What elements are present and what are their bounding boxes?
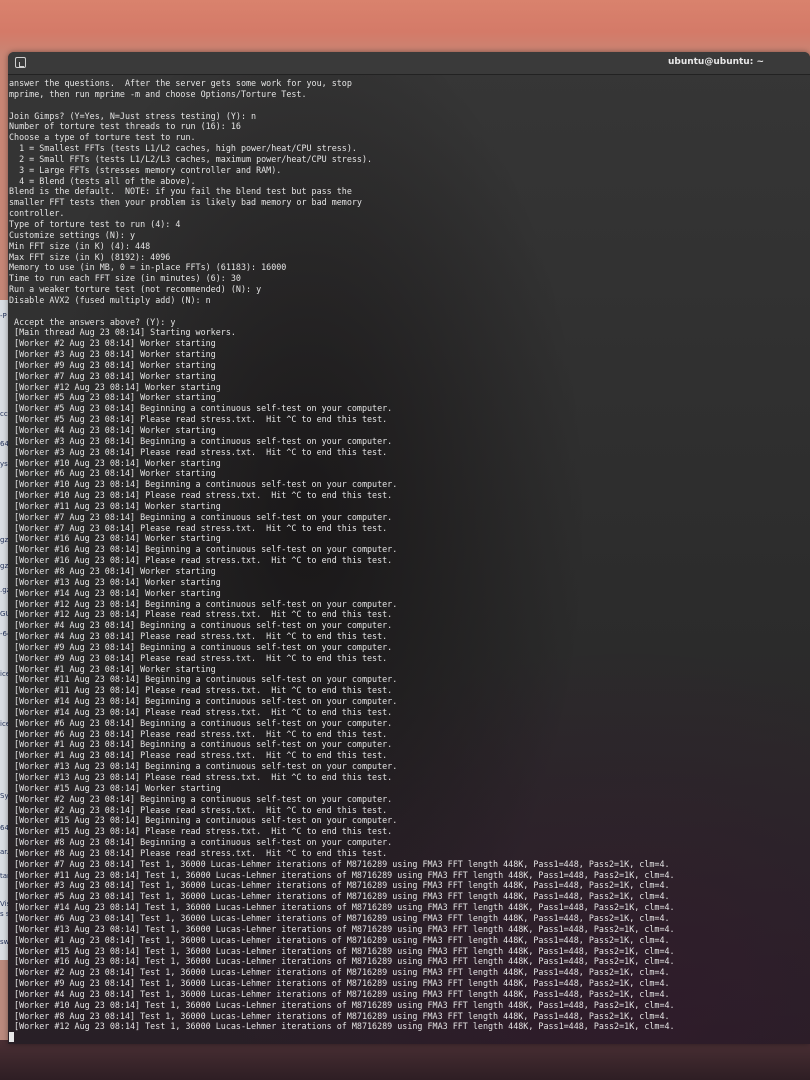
terminal-line: 1 = Smallest FFTs (tests L1/L2 caches, h… <box>9 143 357 154</box>
terminal-line: Join Gimps? (Y=Yes, N=Just stress testin… <box>9 110 257 121</box>
terminal-line: Blend is the default. NOTE: if you fail … <box>9 186 352 197</box>
background-window-fragment: gz <box>0 562 9 570</box>
background-window-fragment: gz <box>0 536 9 544</box>
terminal-line: [Worker #13 Aug 23 08:14] Test 1, 36000 … <box>9 923 675 934</box>
terminal-line: [Worker #2 Aug 23 08:14] Beginning a con… <box>9 793 393 804</box>
terminal-line: [Worker #7 Aug 23 08:14] Please read str… <box>9 522 388 533</box>
terminal-line: Max FFT size (in K) (8192): 4096 <box>9 251 171 262</box>
terminal-line: 2 = Small FFTs (tests L1/L2/L3 caches, m… <box>9 153 373 164</box>
terminal-line: [Worker #13 Aug 23 08:14] Worker startin… <box>9 576 221 587</box>
terminal-line: [Worker #9 Aug 23 08:14] Test 1, 36000 L… <box>9 978 670 989</box>
terminal-line: Accept the answers above? (Y): y <box>9 316 176 327</box>
terminal-line: [Worker #5 Aug 23 08:14] Beginning a con… <box>9 403 393 414</box>
terminal-line: Number of torture test threads to run (1… <box>9 121 241 132</box>
terminal-line: [Worker #5 Aug 23 08:14] Test 1, 36000 L… <box>9 891 670 902</box>
terminal-line: [Worker #14 Aug 23 08:14] Test 1, 36000 … <box>9 902 675 913</box>
terminal-line: [Worker #12 Aug 23 08:14] Please read st… <box>9 609 393 620</box>
terminal-line: [Worker #3 Aug 23 08:14] Test 1, 36000 L… <box>9 880 670 891</box>
terminal-line: [Worker #1 Aug 23 08:14] Beginning a con… <box>9 739 393 750</box>
terminal-line: [Worker #16 Aug 23 08:14] Please read st… <box>9 555 393 566</box>
terminal-line: [Worker #10 Aug 23 08:14] Test 1, 36000 … <box>9 999 675 1010</box>
terminal-line: [Worker #15 Aug 23 08:14] Test 1, 36000 … <box>9 945 675 956</box>
terminal-line: [Worker #2 Aug 23 08:14] Test 1, 36000 L… <box>9 967 670 978</box>
terminal-line: [Worker #3 Aug 23 08:14] Please read str… <box>9 446 388 457</box>
terminal-line: [Worker #11 Aug 23 08:14] Please read st… <box>9 685 393 696</box>
terminal-line: [Worker #8 Aug 23 08:14] Please read str… <box>9 847 388 858</box>
text-cursor <box>9 1032 14 1043</box>
terminal-line: [Worker #16 Aug 23 08:14] Worker startin… <box>9 533 221 544</box>
terminal-line: 3 = Large FFTs (stresses memory controll… <box>9 164 282 175</box>
terminal-line: [Worker #13 Aug 23 08:14] Beginning a co… <box>9 761 398 772</box>
terminal-line: [Worker #2 Aug 23 08:14] Worker starting <box>9 338 216 349</box>
terminal-line: [Worker #15 Aug 23 08:14] Please read st… <box>9 826 393 837</box>
terminal-line: [Worker #9 Aug 23 08:14] Please read str… <box>9 652 388 663</box>
terminal-line: [Worker #16 Aug 23 08:14] Beginning a co… <box>9 544 398 555</box>
terminal-line: Type of torture test to run (4): 4 <box>9 218 181 229</box>
terminal-line: [Worker #8 Aug 23 08:14] Beginning a con… <box>9 837 393 848</box>
terminal-line: [Worker #4 Aug 23 08:14] Beginning a con… <box>9 620 393 631</box>
terminal-line: answer the questions. After the server g… <box>9 78 352 88</box>
terminal-line: [Worker #10 Aug 23 08:14] Beginning a co… <box>9 479 398 490</box>
terminal-line: [Worker #4 Aug 23 08:14] Worker starting <box>9 425 216 435</box>
terminal-line: [Worker #4 Aug 23 08:14] Test 1, 36000 L… <box>9 988 670 999</box>
terminal-line: [Worker #16 Aug 23 08:14] Test 1, 36000 … <box>9 956 675 967</box>
terminal-line: [Worker #6 Aug 23 08:14] Worker starting <box>9 468 216 479</box>
terminal-line: [Worker #14 Aug 23 08:14] Worker startin… <box>9 587 221 598</box>
terminal-line: [Worker #3 Aug 23 08:14] Beginning a con… <box>9 435 393 446</box>
terminal-line: [Worker #11 Aug 23 08:14] Worker startin… <box>9 500 221 511</box>
new-tab-icon[interactable] <box>15 57 26 68</box>
terminal-line: [Worker #1 Aug 23 08:14] Please read str… <box>9 750 388 761</box>
terminal-line: controller. <box>9 208 65 219</box>
terminal-titlebar[interactable]: ubuntu@ubuntu: ~ <box>8 52 810 75</box>
terminal-line: [Worker #11 Aug 23 08:14] Beginning a co… <box>9 674 398 685</box>
terminal-line: Time to run each FFT size (in minutes) (… <box>9 273 241 284</box>
terminal-line: [Worker #2 Aug 23 08:14] Please read str… <box>9 804 388 815</box>
terminal-line: Memory to use (in MB, 0 = in-place FFTs)… <box>9 262 287 273</box>
terminal-line: [Worker #10 Aug 23 08:14] Worker startin… <box>9 457 221 468</box>
terminal-line: [Worker #7 Aug 23 08:14] Worker starting <box>9 370 216 381</box>
background-window-fragment: -P <box>0 312 7 320</box>
terminal-line: [Worker #3 Aug 23 08:14] Worker starting <box>9 349 216 360</box>
terminal-line: [Worker #9 Aug 23 08:14] Worker starting <box>9 359 216 370</box>
terminal-line: Disable AVX2 (fused multiply add) (N): n <box>9 294 211 305</box>
desktop-background <box>0 1040 810 1080</box>
terminal-line: mprime, then run mprime -m and choose Op… <box>9 88 307 99</box>
terminal-line: 4 = Blend (tests all of the above). <box>9 175 196 186</box>
terminal-line: [Worker #12 Aug 23 08:14] Test 1, 36000 … <box>9 1021 675 1032</box>
terminal-line: [Worker #11 Aug 23 08:14] Test 1, 36000 … <box>9 869 675 880</box>
terminal-line: [Worker #12 Aug 23 08:14] Worker startin… <box>9 381 221 392</box>
terminal-line: [Worker #9 Aug 23 08:14] Beginning a con… <box>9 641 393 652</box>
terminal-line: [Worker #1 Aug 23 08:14] Worker starting <box>9 663 216 674</box>
terminal-line: [Worker #15 Aug 23 08:14] Beginning a co… <box>9 815 398 826</box>
terminal-line: [Worker #7 Aug 23 08:14] Beginning a con… <box>9 511 393 522</box>
terminal-line: Min FFT size (in K) (4): 448 <box>9 240 151 251</box>
terminal-line: [Worker #8 Aug 23 08:14] Test 1, 36000 L… <box>9 1010 670 1021</box>
terminal-line: [Worker #6 Aug 23 08:14] Please read str… <box>9 728 388 739</box>
terminal-line: [Main thread Aug 23 08:14] Starting work… <box>9 327 236 338</box>
terminal-line: Customize settings (N): y <box>9 229 136 240</box>
terminal-line: [Worker #15 Aug 23 08:14] Worker startin… <box>9 782 221 793</box>
terminal-line: [Worker #4 Aug 23 08:14] Please read str… <box>9 631 388 642</box>
terminal-line: [Worker #8 Aug 23 08:14] Worker starting <box>9 565 216 576</box>
prompt-line[interactable] <box>9 1032 799 1043</box>
terminal-line: [Worker #6 Aug 23 08:14] Test 1, 36000 L… <box>9 912 670 923</box>
terminal-line: smaller FFT tests then your problem is l… <box>9 197 362 208</box>
terminal-line: [Worker #12 Aug 23 08:14] Beginning a co… <box>9 598 398 609</box>
terminal-line: [Worker #7 Aug 23 08:14] Test 1, 36000 L… <box>9 858 670 869</box>
terminal-line: [Worker #6 Aug 23 08:14] Beginning a con… <box>9 717 393 728</box>
terminal-line: Run a weaker torture test (not recommend… <box>9 284 262 295</box>
terminal-line: [Worker #10 Aug 23 08:14] Please read st… <box>9 490 393 501</box>
terminal-line: [Worker #14 Aug 23 08:14] Beginning a co… <box>9 696 398 707</box>
terminal-line: [Worker #5 Aug 23 08:14] Please read str… <box>9 414 388 425</box>
terminal-line: [Worker #14 Aug 23 08:14] Please read st… <box>9 706 393 717</box>
terminal-line: [Worker #1 Aug 23 08:14] Test 1, 36000 L… <box>9 934 670 945</box>
terminal-output[interactable]: answer the questions. After the server g… <box>8 78 799 1043</box>
window-title: ubuntu@ubuntu: ~ <box>667 57 764 67</box>
terminal-line: Choose a type of torture test to run. <box>9 132 196 143</box>
terminal-line: [Worker #13 Aug 23 08:14] Please read st… <box>9 772 393 782</box>
terminal-window[interactable]: ubuntu@ubuntu: ~ answer the questions. A… <box>8 52 810 1044</box>
terminal-line: [Worker #5 Aug 23 08:14] Worker starting <box>9 392 216 403</box>
